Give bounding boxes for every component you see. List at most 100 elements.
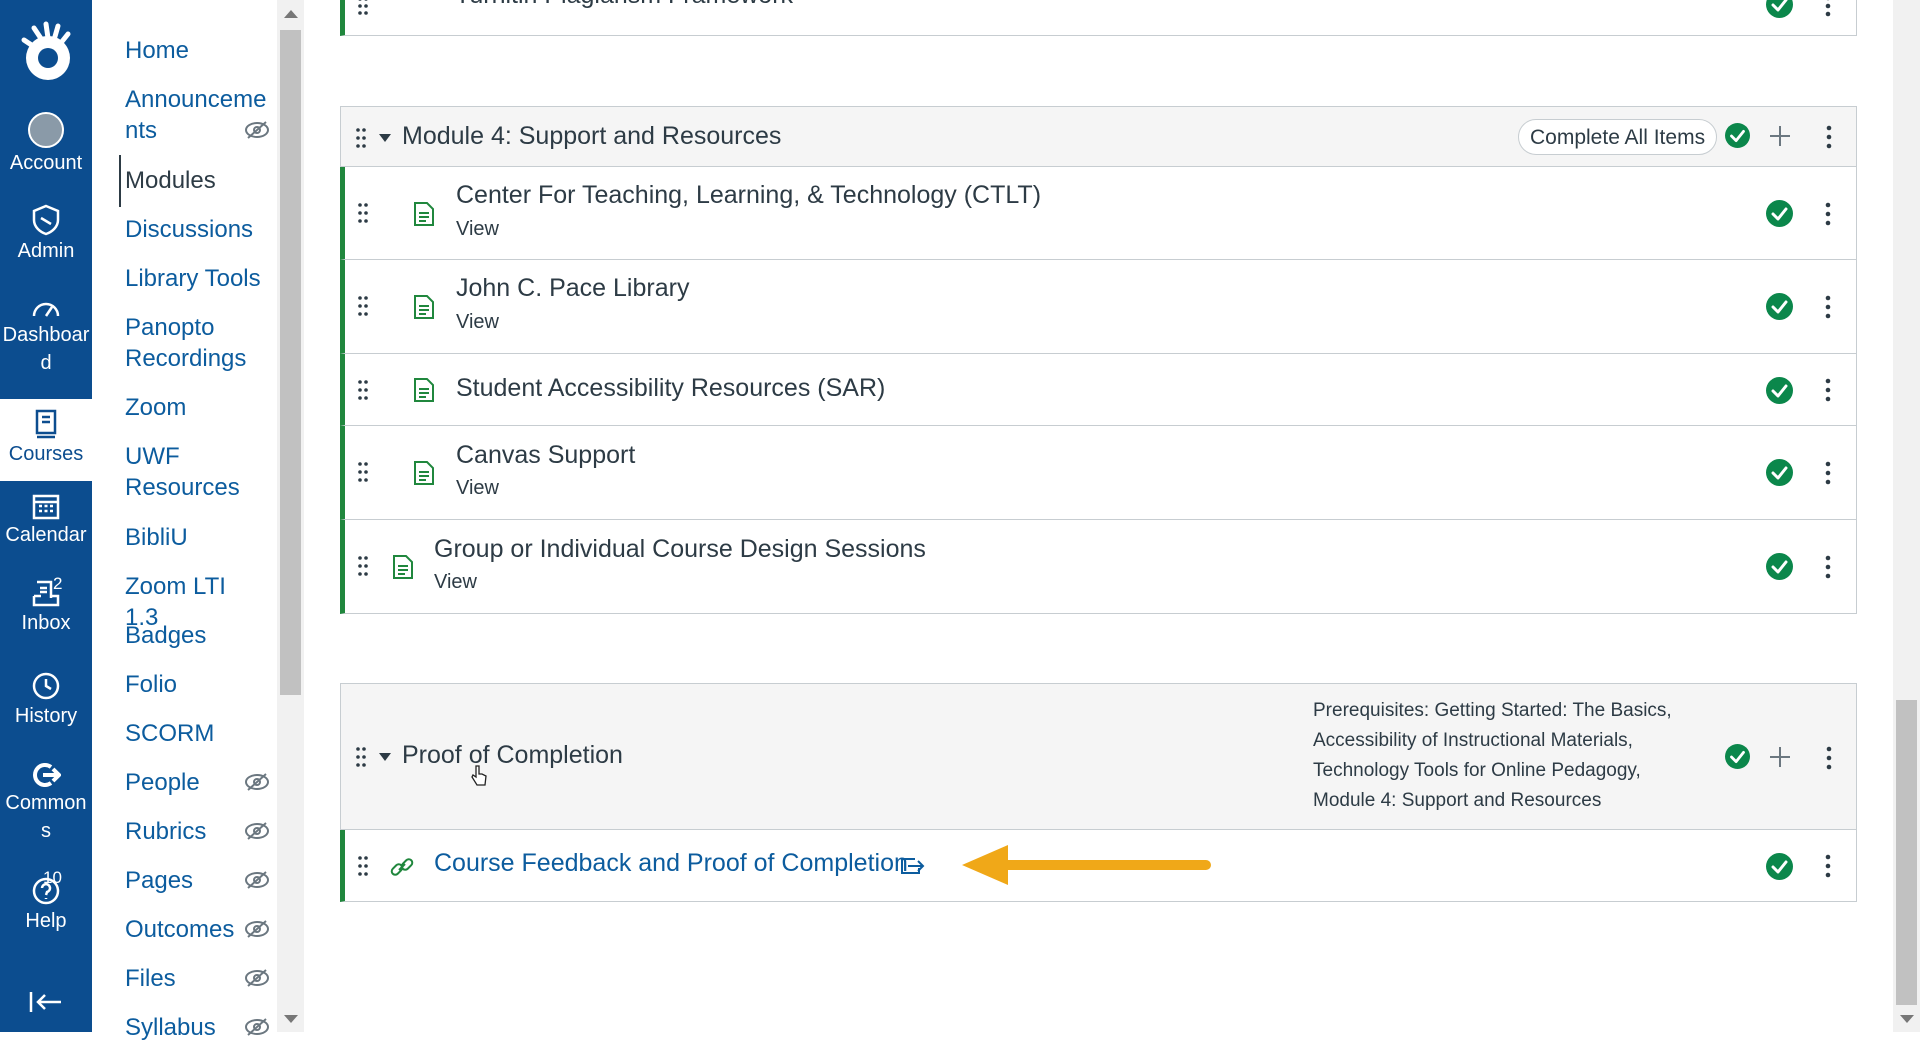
nav-dashboard[interactable]: Dashboar d — [0, 296, 92, 386]
module-item: Center For Teaching, Learning, & Technol… — [340, 167, 1857, 260]
course-nav-panopto[interactable]: Panopto Recordings — [125, 312, 265, 374]
requirement-badge: Complete All Items — [1518, 119, 1717, 155]
page-icon — [413, 294, 435, 320]
add-item-icon[interactable] — [1769, 125, 1791, 147]
course-nav-label-2: nts — [125, 117, 157, 144]
nav-admin[interactable]: Admin — [0, 204, 92, 274]
eye-slash-icon — [244, 821, 270, 841]
complete-check-icon — [1725, 744, 1750, 769]
kebab-menu-icon[interactable] — [1825, 378, 1831, 402]
module-item-title[interactable]: Canvas Support — [456, 440, 635, 470]
module-title[interactable]: Proof of Completion — [402, 740, 623, 770]
link-icon — [389, 854, 415, 880]
nav-calendar-label: Calendar — [5, 524, 86, 546]
kebab-menu-icon[interactable] — [1825, 461, 1831, 485]
course-nav-label: Outcomes — [125, 916, 234, 943]
course-nav-scorm[interactable]: SCORM — [125, 718, 265, 749]
logo-icon[interactable] — [14, 18, 78, 88]
module-item-title[interactable]: Group or Individual Course Design Sessio… — [434, 534, 926, 564]
nav-help[interactable]: 10 Help — [0, 876, 92, 946]
nav-history[interactable]: History — [0, 671, 92, 741]
kebab-menu-icon[interactable] — [1826, 746, 1832, 770]
course-nav-label: Folio — [125, 671, 177, 698]
module-title[interactable]: Module 4: Support and Resources — [402, 121, 781, 151]
nav-courses[interactable]: Courses — [0, 399, 92, 481]
course-nav-bibliu[interactable]: BibliU — [125, 522, 265, 553]
module-item: Turnitin Plagiarism Framework — [340, 0, 1857, 36]
kebab-menu-icon[interactable] — [1825, 555, 1831, 579]
course-nav-modules[interactable]: Modules — [125, 165, 265, 196]
page-icon — [413, 377, 435, 403]
course-feedback-link[interactable]: Course Feedback and Proof of Completion — [434, 848, 908, 878]
course-nav-label: Syllabus — [125, 1014, 216, 1041]
drag-handle-icon[interactable] — [357, 0, 369, 16]
scrollbar-thumb[interactable] — [280, 30, 301, 695]
drag-handle-icon[interactable] — [355, 746, 367, 768]
course-nav-zoom[interactable]: Zoom — [125, 392, 265, 423]
clock-icon — [31, 671, 61, 701]
collapse-caret-icon[interactable] — [379, 134, 391, 142]
collapse-nav-icon[interactable] — [28, 990, 64, 1014]
course-nav-label: Library Tools — [125, 265, 261, 292]
commons-icon — [31, 762, 61, 788]
scroll-up-arrow-icon[interactable] — [284, 10, 298, 18]
nav-admin-label: Admin — [18, 240, 75, 262]
shield-icon — [31, 204, 61, 236]
kebab-menu-icon[interactable] — [1825, 202, 1831, 226]
course-nav-scrollbar[interactable] — [277, 0, 304, 1032]
dashboard-icon — [31, 296, 61, 320]
prerequisites-text: Prerequisites: Getting Started: The Basi… — [1313, 696, 1713, 816]
nav-commons[interactable]: Common s — [0, 762, 92, 852]
course-nav-label: Discussions — [125, 216, 253, 243]
kebab-menu-icon[interactable] — [1825, 295, 1831, 319]
complete-check-icon — [1766, 377, 1793, 404]
calendar-icon — [32, 492, 60, 520]
kebab-menu-icon[interactable] — [1826, 125, 1832, 149]
main-scrollbar[interactable] — [1893, 0, 1920, 1032]
eye-slash-icon — [244, 919, 270, 939]
nav-account[interactable]: Account — [0, 112, 92, 182]
course-nav-discussions[interactable]: Discussions — [125, 214, 265, 245]
nav-dashboard-label: Dashboar — [0, 320, 92, 350]
complete-check-icon — [1766, 0, 1793, 18]
add-item-icon[interactable] — [1769, 746, 1791, 768]
drag-handle-icon[interactable] — [357, 295, 369, 317]
complete-check-icon — [1766, 293, 1793, 320]
drag-handle-icon[interactable] — [357, 202, 369, 224]
nav-inbox-label: Inbox — [22, 612, 71, 634]
course-nav-label: Files — [125, 965, 176, 992]
nav-calendar[interactable]: Calendar — [0, 492, 92, 562]
course-nav-library-tools[interactable]: Library Tools — [125, 263, 265, 294]
course-nav-uwf-resources[interactable]: UWF Resources — [125, 441, 265, 503]
inbox-badge: 2 — [53, 574, 62, 594]
drag-handle-icon[interactable] — [355, 127, 367, 149]
kebab-menu-icon[interactable] — [1825, 0, 1831, 17]
course-nav-badges[interactable]: Badges — [125, 620, 265, 651]
drag-handle-icon[interactable] — [357, 555, 369, 577]
drag-handle-icon[interactable] — [357, 379, 369, 401]
scrollbar-thumb[interactable] — [1896, 700, 1917, 1005]
drag-handle-icon[interactable] — [357, 461, 369, 483]
nav-inbox[interactable]: 2 Inbox — [0, 578, 92, 648]
module-item-title[interactable]: Student Accessibility Resources (SAR) — [456, 373, 885, 403]
module-header: Module 4: Support and Resources Complete… — [340, 106, 1857, 167]
nav-account-label: Account — [10, 152, 82, 174]
course-nav-folio[interactable]: Folio — [125, 669, 265, 700]
eye-slash-icon — [244, 772, 270, 792]
course-nav-label: People — [125, 769, 200, 796]
module-item-requirement: View — [434, 570, 477, 594]
course-nav-label-2: Resources — [125, 474, 240, 501]
module-item-requirement: View — [456, 310, 499, 334]
collapse-caret-icon[interactable] — [379, 753, 391, 761]
drag-handle-icon[interactable] — [357, 855, 369, 877]
module-item-title[interactable]: John C. Pace Library — [456, 273, 689, 303]
course-nav-home[interactable]: Home — [125, 35, 265, 66]
kebab-menu-icon[interactable] — [1825, 854, 1831, 878]
module-item-title[interactable]: Center For Teaching, Learning, & Technol… — [456, 180, 1041, 210]
module-item: Group or Individual Course Design Sessio… — [340, 520, 1857, 614]
scroll-down-arrow-icon[interactable] — [1900, 1015, 1914, 1023]
eye-slash-icon — [244, 870, 270, 890]
course-nav-label: Rubrics — [125, 818, 206, 845]
module-item-title[interactable]: Turnitin Plagiarism Framework — [455, 0, 793, 10]
scroll-down-arrow-icon[interactable] — [284, 1015, 298, 1023]
